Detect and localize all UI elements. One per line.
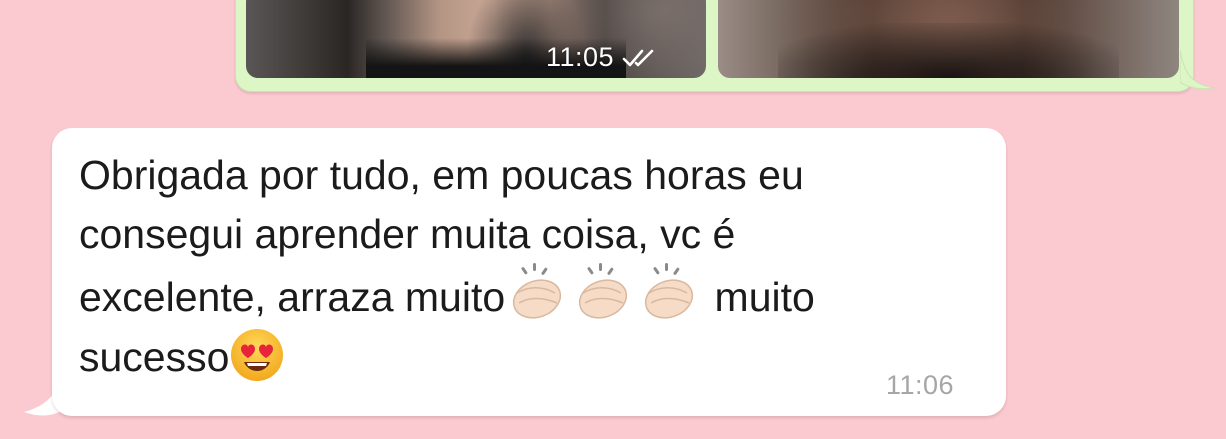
- heart-eyes-emoji-icon: [231, 328, 284, 381]
- message-line-3-tail: muito: [703, 274, 815, 320]
- clapping-hands-emoji-icon: [579, 263, 628, 319]
- message-line-4: sucesso: [79, 327, 994, 387]
- outgoing-time-label: 11:05: [546, 42, 615, 72]
- outgoing-bubble-tail: [1180, 50, 1215, 90]
- double-check-read-icon: [622, 49, 654, 66]
- message-line-1: Obrigada por tudo, em poucas horas eu: [79, 152, 804, 198]
- message-body: Obrigada por tudo, em poucas horas eu co…: [79, 146, 994, 386]
- clapping-hands-emoji-icon: [645, 263, 694, 319]
- outgoing-timestamp: 11:05: [546, 42, 656, 73]
- clapping-hands-emoji-icon: [513, 263, 562, 319]
- shared-photo-2[interactable]: [718, 0, 1179, 78]
- message-line-2: consegui aprender muita coisa, vc é: [79, 210, 736, 257]
- message-line-4-text: sucesso: [79, 333, 230, 380]
- incoming-timestamp: 11:06: [886, 370, 955, 400]
- message-line-3: excelente, arraza muito muito: [79, 263, 994, 327]
- message-line-3-text: excelente, arraza muito: [79, 274, 506, 320]
